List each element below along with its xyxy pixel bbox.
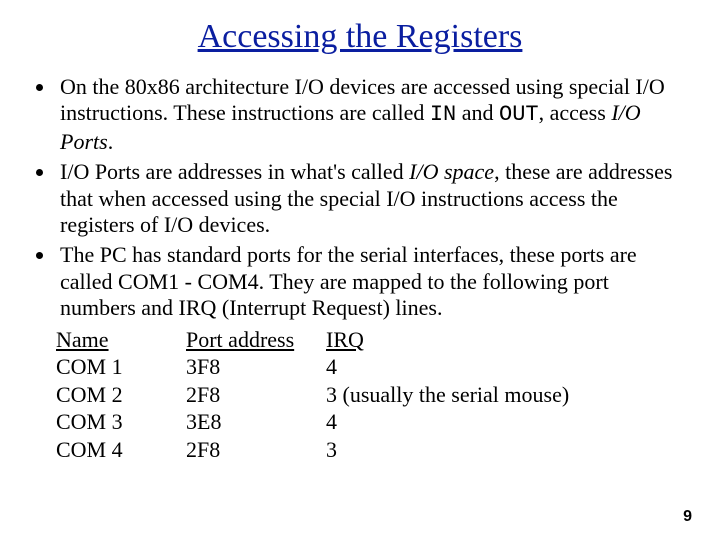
table-header-row: Name Port address IRQ xyxy=(56,326,690,354)
term-io-space: I/O space xyxy=(409,159,494,184)
slide: Accessing the Registers On the 80x86 arc… xyxy=(0,0,720,540)
cell-irq: 3 xyxy=(326,436,690,464)
bullet-3: The PC has standard ports for the serial… xyxy=(56,242,690,321)
header-port-address: Port address xyxy=(186,326,326,354)
bullet-3-text: The PC has standard ports for the serial… xyxy=(60,242,637,320)
cell-port: 2F8 xyxy=(186,436,326,464)
bullet-2: I/O Ports are addresses in what's called… xyxy=(56,159,690,238)
code-in: IN xyxy=(430,102,456,127)
page-number: 9 xyxy=(683,508,692,526)
port-table: Name Port address IRQ COM 1 3F8 4 COM 2 … xyxy=(30,326,690,464)
cell-irq: 4 xyxy=(326,408,690,436)
bullet-1-text-b: and xyxy=(456,100,499,125)
cell-irq: 4 xyxy=(326,353,690,381)
bullet-1-text-c: , access xyxy=(539,100,612,125)
table-row: COM 3 3E8 4 xyxy=(56,408,690,436)
table-row: COM 4 2F8 3 xyxy=(56,436,690,464)
bullet-2-text-a: I/O Ports are addresses in what's called xyxy=(60,159,409,184)
cell-port: 3E8 xyxy=(186,408,326,436)
cell-name: COM 4 xyxy=(56,436,186,464)
bullet-1-text-d: . xyxy=(108,129,114,154)
header-name: Name xyxy=(56,326,186,354)
bullet-list: On the 80x86 architecture I/O devices ar… xyxy=(30,74,690,322)
header-irq: IRQ xyxy=(326,326,690,354)
cell-irq: 3 (usually the serial mouse) xyxy=(326,381,690,409)
cell-port: 3F8 xyxy=(186,353,326,381)
cell-name: COM 3 xyxy=(56,408,186,436)
code-out: OUT xyxy=(499,102,539,127)
bullet-1: On the 80x86 architecture I/O devices ar… xyxy=(56,74,690,155)
table-row: COM 2 2F8 3 (usually the serial mouse) xyxy=(56,381,690,409)
table-row: COM 1 3F8 4 xyxy=(56,353,690,381)
cell-port: 2F8 xyxy=(186,381,326,409)
slide-title: Accessing the Registers xyxy=(30,18,690,56)
cell-name: COM 2 xyxy=(56,381,186,409)
cell-name: COM 1 xyxy=(56,353,186,381)
